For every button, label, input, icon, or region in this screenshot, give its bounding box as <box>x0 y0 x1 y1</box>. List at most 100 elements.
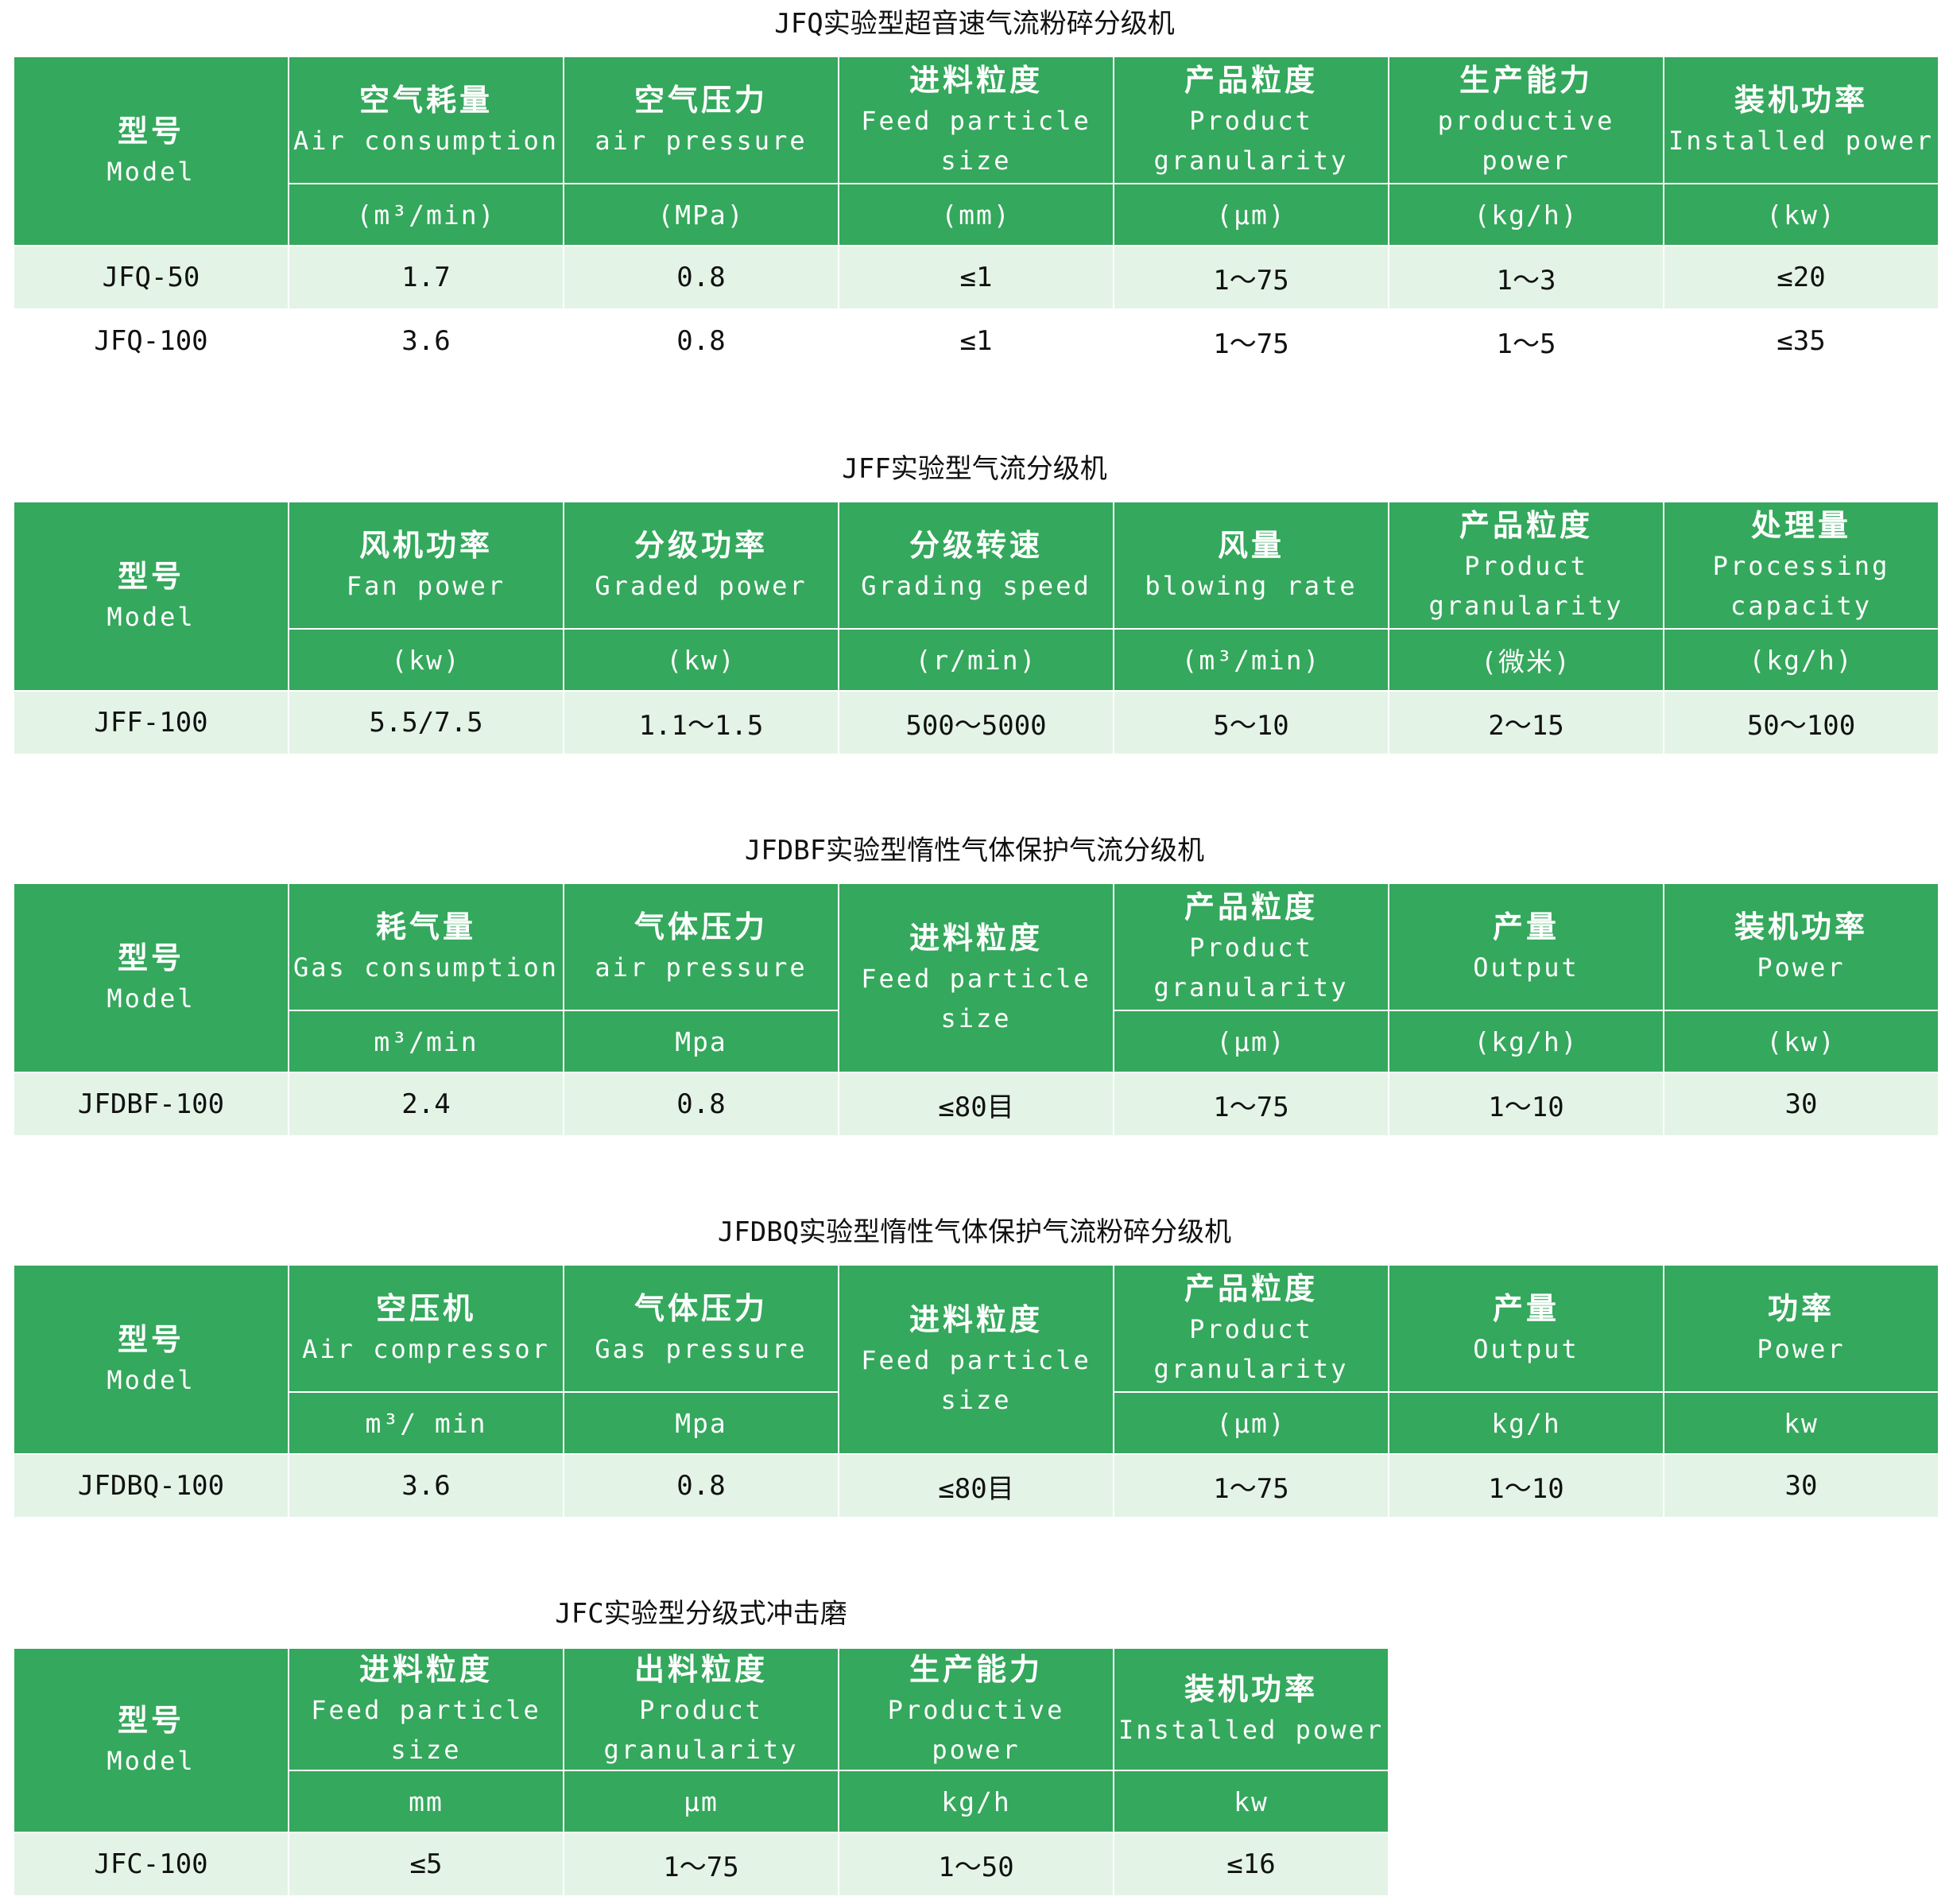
column-label-en: Product granularity <box>1153 1314 1349 1384</box>
column-label-en: Productive power <box>887 1695 1065 1765</box>
unit-cell: (kw) <box>1663 1010 1939 1073</box>
model-label-en: Model <box>107 1365 196 1395</box>
column-label-zh: 气体压力 <box>634 1291 768 1326</box>
model-header-cell: 型号 Model <box>13 501 289 692</box>
data-cell: 0.8 <box>563 308 839 374</box>
table-row: JFQ-50 1.7 0.8 ≤1 1～75 1～3 ≤20 <box>13 245 1939 310</box>
column-header: 进料粒度 Feed particle size <box>838 1264 1114 1455</box>
column-header: 分级功率 Graded power <box>563 501 839 630</box>
column-label-en: Product granularity <box>1153 106 1349 176</box>
column-label-zh: 出料粒度 <box>634 1652 768 1687</box>
column-header: 产品粒度 Product granularity <box>1113 1264 1389 1393</box>
data-cell: 5～10 <box>1113 690 1389 755</box>
column-label-en: Fan power <box>346 571 506 601</box>
table-row: JFDBF-100 2.4 0.8 ≤80目 1～75 1～10 30 <box>13 1072 1939 1137</box>
model-header-cell: 型号 Model <box>13 1264 289 1455</box>
column-label-zh: 装机功率 <box>1184 1672 1318 1707</box>
unit-cell: kw <box>1113 1770 1389 1833</box>
data-cell: 30 <box>1663 1453 1939 1518</box>
unit-cell: (微米) <box>1388 628 1664 692</box>
column-label-zh: 产量 <box>1492 1291 1560 1326</box>
unit-cell: (kg/h) <box>1388 1010 1664 1073</box>
data-cell: ≤5 <box>288 1832 564 1897</box>
column-label-zh: 功率 <box>1767 1291 1835 1326</box>
data-cell: 0.8 <box>563 1453 839 1518</box>
spec-table: 型号 Model 空气耗量 Air consumption 空气压力 air pressu… <box>13 56 1939 374</box>
model-cell: JFDBQ-100 <box>13 1453 289 1518</box>
spec-table: 型号 Model 风机功率 Fan power 分级功率 Graded power 分级转速… <box>13 501 1939 755</box>
table-title: JFQ实验型超音速气流粉碎分级机 <box>774 8 1175 40</box>
model-cell: JFQ-50 <box>13 245 289 310</box>
column-label-zh: 分级转速 <box>909 528 1043 563</box>
unit-cell: (kw) <box>288 628 564 692</box>
data-cell: 1.1～1.5 <box>563 690 839 755</box>
data-cell: ≤1 <box>838 308 1114 374</box>
data-cell: 1～75 <box>563 1832 839 1897</box>
column-label-zh: 耗气量 <box>375 909 476 944</box>
table-title: JFDBF实验型惰性气体保护气流分级机 <box>744 835 1205 867</box>
column-label-en: Processing capacity <box>1712 551 1890 621</box>
data-cell: 1～75 <box>1113 1453 1389 1518</box>
data-cell: 50～100 <box>1663 690 1939 755</box>
data-cell: ≤80目 <box>838 1453 1114 1518</box>
unit-cell: (kw) <box>563 628 839 692</box>
column-label-en: Graded power <box>595 571 808 601</box>
unit-row: (m³/min) (MPa) (mm) (μm) (kg/h) (kw) <box>14 183 1939 246</box>
model-cell: JFQ-100 <box>13 308 289 374</box>
table-row: JFC-100 ≤5 1～75 1～50 ≤16 <box>13 1832 1389 1897</box>
unit-cell: kg/h <box>1388 1391 1664 1455</box>
table-row: JFDBQ-100 3.6 0.8 ≤80目 1～75 1～10 30 <box>13 1453 1939 1518</box>
model-label-en: Model <box>107 157 196 187</box>
column-label-zh: 产品粒度 <box>1184 1271 1318 1306</box>
data-cell: 3.6 <box>288 1453 564 1518</box>
column-label-en: productive power <box>1437 106 1615 176</box>
unit-cell: mm <box>288 1770 564 1833</box>
header-row: 型号 Model 进料粒度 Feed particle size 出料粒度 Product… <box>13 1647 1389 1833</box>
column-label-en: Product granularity <box>1153 933 1349 1002</box>
column-label-en: Output <box>1473 1334 1579 1364</box>
model-label-zh: 型号 <box>117 940 184 975</box>
column-label-en: Product granularity <box>603 1695 799 1765</box>
unit-cell: kw <box>1663 1391 1939 1455</box>
column-label-zh: 处理量 <box>1750 508 1851 543</box>
column-label-zh: 空气耗量 <box>358 83 493 118</box>
header-row: 型号 Model 空压机 Air compressor 气体压力 Gas pressure… <box>13 1264 1939 1455</box>
column-label-zh: 产品粒度 <box>1459 508 1593 543</box>
column-label-zh: 气体压力 <box>634 909 768 944</box>
spec-table: 型号 Model 进料粒度 Feed particle size 出料粒度 Product… <box>13 1647 1389 1897</box>
column-label-zh: 空压机 <box>375 1291 476 1326</box>
column-header: 分级转速 Grading speed <box>838 501 1114 630</box>
column-header: 装机功率 Power <box>1663 882 1939 1011</box>
model-label-en: Model <box>107 983 196 1014</box>
model-label-zh: 型号 <box>117 1322 184 1357</box>
spec-table: 型号 Model 耗气量 Gas consumption 气体压力 air pressur… <box>13 882 1939 1137</box>
spec-table: 型号 Model 空压机 Air compressor 气体压力 Gas pressure… <box>13 1264 1939 1518</box>
column-header: 装机功率 Installed power <box>1113 1647 1389 1771</box>
column-label-en: Feed particle size <box>861 964 1091 1033</box>
unit-row: (kw) (kw) (r/min) (m³/min) (微米) (kg/h) <box>14 628 1939 692</box>
unit-cell: (kg/h) <box>1388 183 1664 246</box>
table-row: JFQ-100 3.6 0.8 ≤1 1～75 1～5 ≤35 <box>13 308 1939 374</box>
table-title: JFF实验型气流分级机 <box>842 453 1107 485</box>
model-cell: JFDBF-100 <box>13 1072 289 1137</box>
data-cell: ≤20 <box>1663 245 1939 310</box>
column-label-en: air pressure <box>595 952 808 983</box>
model-cell: JFF-100 <box>13 690 289 755</box>
header-row: 型号 Model 耗气量 Gas consumption 气体压力 air pressur… <box>13 882 1939 1073</box>
model-label-en: Model <box>107 602 196 632</box>
data-cell: 1～10 <box>1388 1072 1664 1137</box>
column-header: 风机功率 Fan power <box>288 501 564 630</box>
column-label-en: Feed particle size <box>861 1345 1091 1415</box>
column-label-zh: 分级功率 <box>634 528 768 563</box>
column-label-en: Feed particle size <box>311 1695 541 1765</box>
unit-cell: (μm) <box>1113 1391 1389 1455</box>
data-cell: ≤1 <box>838 245 1114 310</box>
model-label-zh: 型号 <box>117 1703 184 1738</box>
column-header: 产量 Output <box>1388 1264 1664 1393</box>
table-title: JFC实验型分级式冲击磨 <box>555 1598 847 1630</box>
column-header: 气体压力 air pressure <box>563 882 839 1011</box>
model-label-zh: 型号 <box>117 114 184 149</box>
column-header: 生产能力 Productive power <box>838 1647 1114 1771</box>
column-label-en: Installed power <box>1118 1715 1384 1745</box>
data-cell: 0.8 <box>563 1072 839 1137</box>
